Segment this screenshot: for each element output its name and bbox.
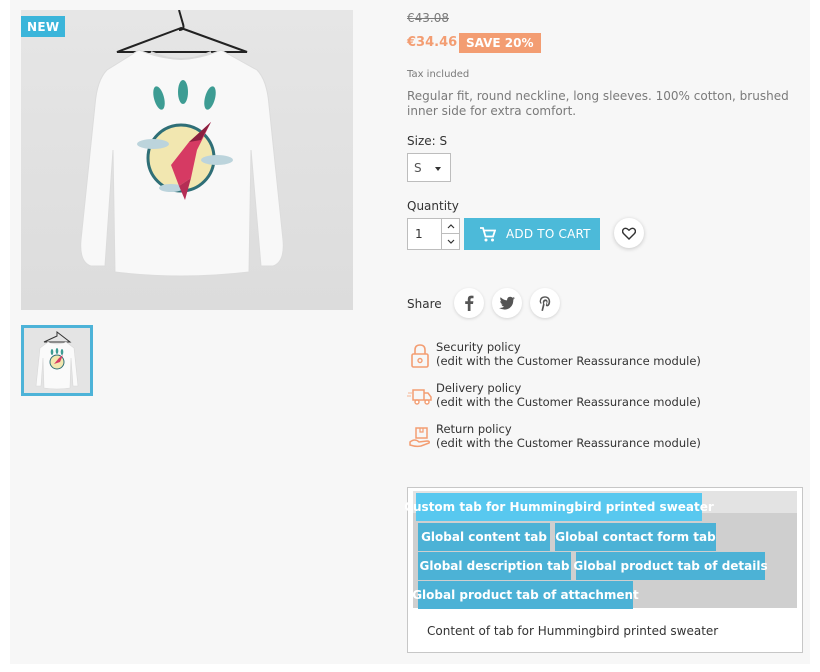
sweater-image: [21, 10, 353, 310]
chevron-up-icon: [447, 223, 454, 228]
new-badge: NEW: [21, 16, 66, 37]
tab-global-description[interactable]: Global description tab: [418, 552, 571, 580]
product-tabs-panel: Custom tab for Hummingbird printed sweat…: [404, 487, 803, 653]
old-price: €43.08: [407, 11, 449, 25]
tabs-nav: Custom tab for Hummingbird printed sweat…: [404, 491, 797, 609]
size-select[interactable]: S: [407, 153, 451, 182]
chevron-down-icon: [447, 239, 454, 244]
reassurance-subtitle: (edit with the Customer Reassurance modu…: [436, 395, 701, 409]
product-page: NEW €43.08 €34.46 SAVE 20% Tax included …: [10, 0, 810, 664]
reassurance-title: Security policy: [436, 340, 521, 354]
tab-content: Content of tab for Hummingbird printed s…: [427, 624, 719, 638]
tab-global-product-attachment[interactable]: Global product tab of attachment: [412, 581, 639, 609]
lock-icon: [407, 342, 433, 368]
size-select-value: S: [414, 161, 422, 175]
quantity-input[interactable]: 1: [407, 218, 460, 250]
reassurance-title: Return policy: [436, 422, 512, 436]
reassurance-subtitle: (edit with the Customer Reassurance modu…: [436, 354, 701, 368]
share-twitter-button[interactable]: [492, 288, 522, 318]
product-thumbnail[interactable]: [21, 325, 93, 396]
reassurance-title: Delivery policy: [436, 381, 522, 395]
size-label: Size: S: [407, 134, 448, 148]
heart-icon: [622, 227, 636, 240]
quantity-value: 1: [415, 227, 423, 241]
share-facebook-button[interactable]: [454, 288, 484, 318]
cart-icon: [480, 226, 496, 242]
current-price: €34.46: [407, 35, 458, 50]
caret-down-icon: [435, 167, 441, 171]
tab-global-content[interactable]: Global content tab: [418, 523, 550, 551]
sweater-thumbnail-image: [24, 328, 90, 393]
quantity-label: Quantity: [407, 199, 459, 213]
tab-custom-hummingbird[interactable]: Custom tab for Hummingbird printed sweat…: [404, 493, 714, 521]
product-main-image[interactable]: NEW: [21, 10, 353, 310]
twitter-icon: [499, 296, 515, 310]
reassurance-subtitle: (edit with the Customer Reassurance modu…: [436, 436, 701, 450]
wishlist-button[interactable]: [614, 218, 644, 248]
discount-badge: SAVE 20%: [459, 33, 541, 53]
tax-note: Tax included: [407, 69, 470, 80]
share-pinterest-button[interactable]: [530, 288, 560, 318]
quantity-increase-button[interactable]: [441, 219, 459, 234]
facebook-icon: [465, 295, 474, 311]
quantity-decrease-button[interactable]: [441, 234, 459, 249]
return-box-icon: [407, 424, 433, 450]
truck-icon: [407, 383, 433, 409]
pinterest-icon: [539, 296, 551, 311]
tab-global-contact-form[interactable]: Global contact form tab: [555, 523, 716, 551]
product-description: Regular fit, round neckline, long sleeve…: [407, 89, 789, 118]
add-to-cart-label: ADD TO CART: [506, 227, 591, 241]
add-to-cart-button[interactable]: ADD TO CART: [464, 218, 600, 250]
share-label: Share: [407, 297, 442, 311]
tab-global-product-details[interactable]: Global product tab of details: [573, 552, 768, 580]
